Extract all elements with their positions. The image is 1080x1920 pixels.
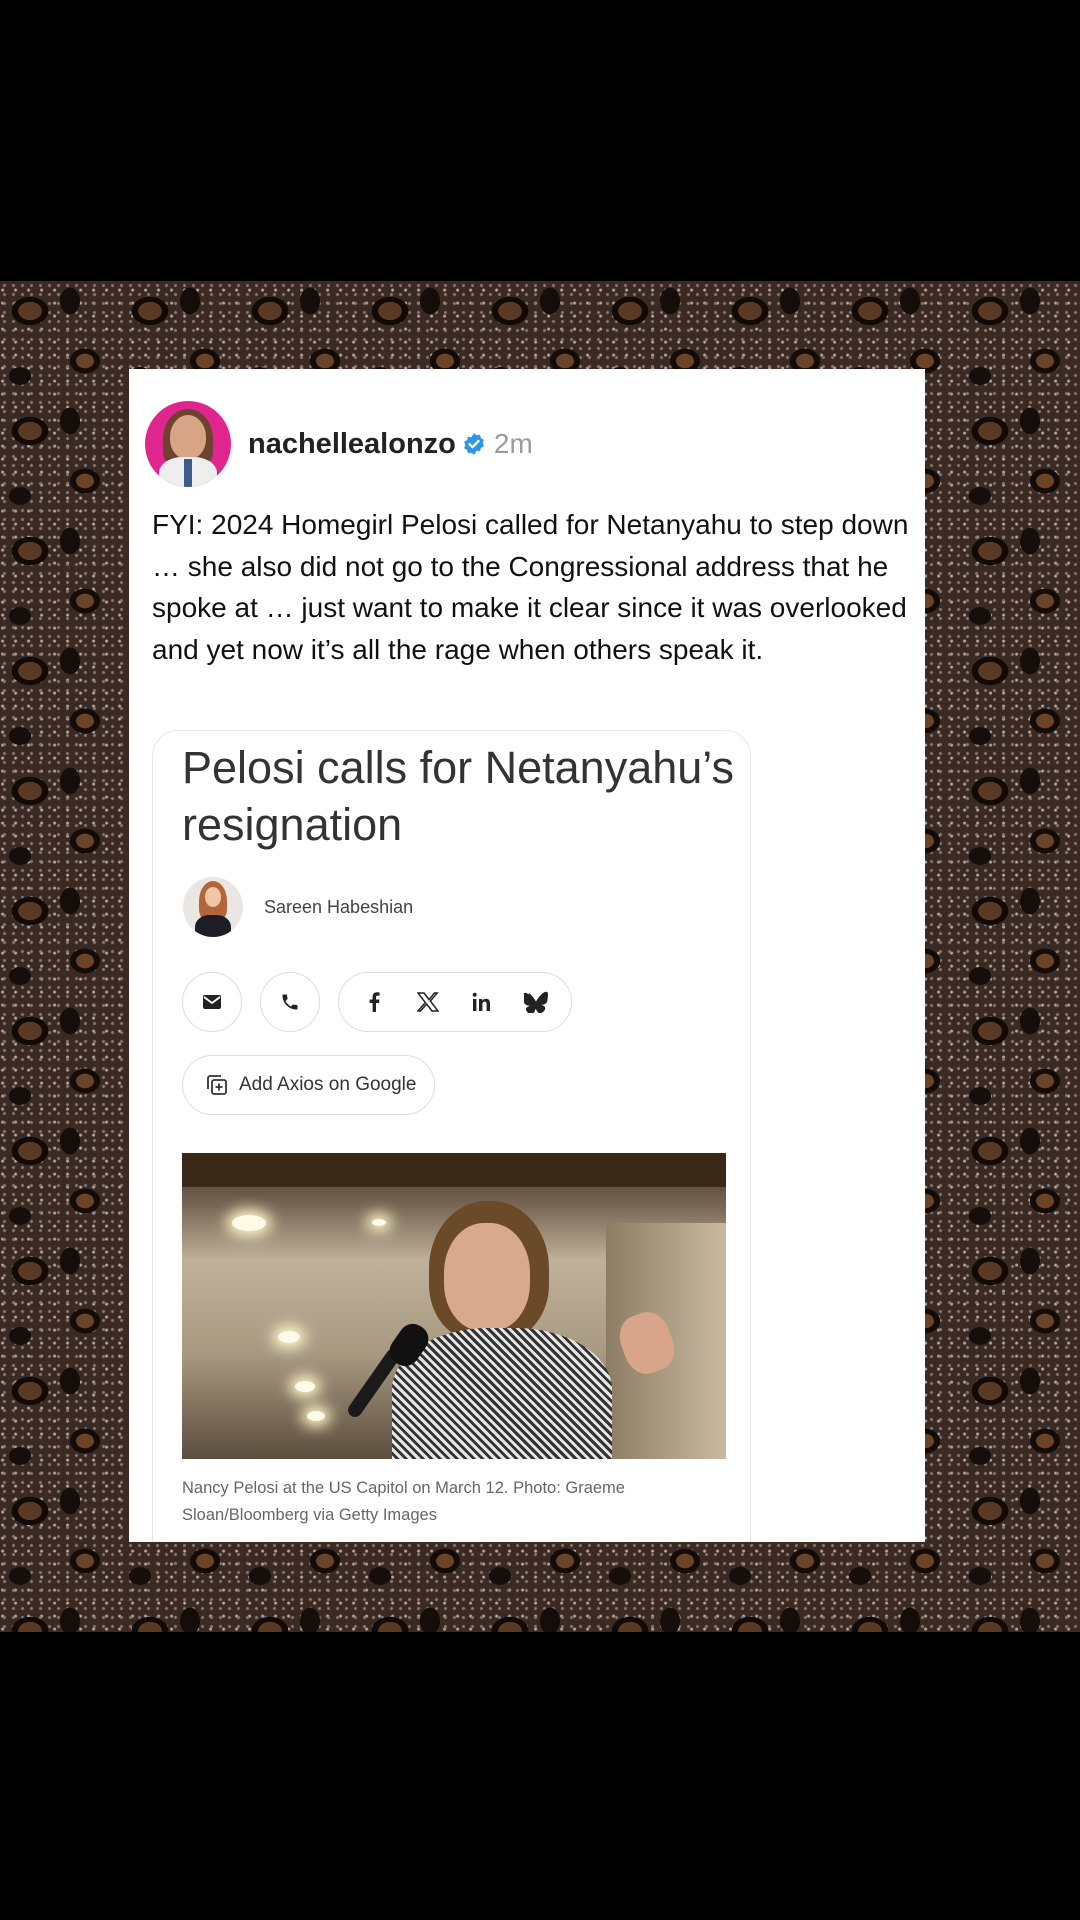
author-name: Sareen Habeshian — [264, 896, 414, 917]
add-source-icon — [207, 1075, 227, 1095]
x-icon — [417, 992, 439, 1012]
social-share-group — [338, 972, 572, 1032]
phone-share-button[interactable] — [260, 972, 320, 1032]
phone-icon — [282, 994, 298, 1010]
share-row — [182, 972, 572, 1032]
photo-caption: Nancy Pelosi at the US Capitol on March … — [182, 1479, 625, 1524]
avatar[interactable] — [145, 401, 231, 487]
x-share-button[interactable] — [401, 975, 455, 1029]
bluesky-share-button[interactable] — [509, 975, 563, 1029]
facebook-share-button[interactable] — [347, 975, 401, 1029]
add-axios-on-google-label: Add Axios on Google — [239, 1074, 417, 1095]
linkedin-share-button[interactable] — [455, 975, 509, 1029]
username[interactable]: nachellealonzo — [248, 428, 456, 461]
post-timestamp: 2m — [493, 428, 533, 459]
mail-icon — [203, 995, 221, 1009]
post-text: FYI: 2024 Homegirl Pelosi called for Net… — [152, 509, 909, 665]
article-screenshot: Pelosi calls for Netanyahu’s resignation… — [152, 730, 751, 1542]
article-photo — [182, 1153, 726, 1459]
bluesky-icon — [524, 991, 548, 1013]
post-card: nachellealonzo 2m FYI: 2024 Homegirl Pel… — [129, 369, 925, 1542]
post-header: nachellealonzo 2m — [145, 401, 533, 487]
linkedin-icon — [472, 992, 490, 1011]
add-axios-on-google-button[interactable]: Add Axios on Google — [182, 1055, 436, 1115]
author-avatar — [183, 877, 243, 937]
verified-badge-icon — [463, 433, 484, 455]
email-share-button[interactable] — [182, 972, 242, 1032]
article-headline: Pelosi calls for Netanyahu’s resignation — [182, 742, 734, 850]
author-byline: Sareen Habeshian — [183, 877, 413, 937]
facebook-icon — [369, 992, 380, 1012]
